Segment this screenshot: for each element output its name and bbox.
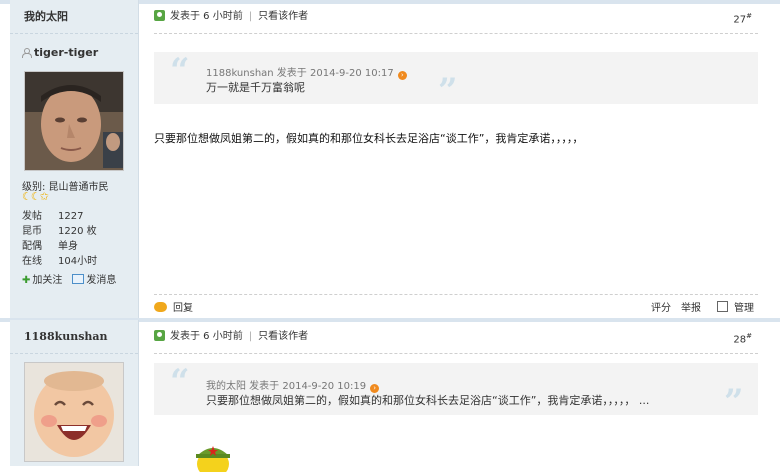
quote-block: “ 我的太阳 发表于 2014-9-20 10:19 › 只要那位想做凤姐第二的，… [154, 362, 758, 419]
close-quote-icon: ” [724, 382, 744, 422]
level-icons: ☾☾✩ [22, 190, 49, 203]
avatar[interactable] [24, 362, 124, 462]
username[interactable]: tiger-tiger [34, 46, 98, 59]
follow-button[interactable]: ✚ 加关注 [22, 271, 62, 286]
quote-block: “ 1188kunshan 发表于 2014-9-20 10:17 › 万一就是千… [154, 51, 758, 108]
manage-link[interactable]: 管理 [734, 299, 754, 314]
post-content: 发表于 6 小时前 | 只看该作者 27# “ 1188kunshan 发表于 20… [154, 0, 758, 318]
manage-checkbox[interactable] [717, 301, 728, 312]
post-content: 发表于 6 小时前 | 只看该作者 28# “ 我的太阳 发表于 2014-9-20… [154, 320, 758, 466]
only-author-link[interactable]: 只看该作者 [258, 11, 308, 22]
plus-icon: ✚ [22, 275, 31, 286]
floor-number[interactable]: 27# [733, 0, 752, 36]
reply-button[interactable]: 回复 [154, 299, 193, 314]
author-sidebar: 1188kunshan [10, 320, 139, 466]
quote-meta: 1188kunshan 发表于 2014-9-20 10:17 › [206, 64, 407, 80]
post-header: 发表于 6 小时前 | 只看该作者 28# [154, 320, 758, 354]
only-author-link[interactable]: 只看该作者 [258, 331, 308, 342]
username-row[interactable]: tiger-tiger [22, 46, 138, 59]
avatar[interactable] [24, 71, 124, 171]
stat-row: 配偶 单身 [22, 241, 78, 252]
post-body: 只要那位想做凤姐第二的，假如真的和那位女科长去足浴店“谈工作”，我肯定承诺，，，… [154, 132, 584, 145]
post-ops: 评分 举报 管理 [651, 299, 754, 314]
open-quote-icon: “ [170, 51, 190, 91]
rate-link[interactable]: 评分 [651, 299, 671, 314]
online-icon [154, 330, 165, 341]
message-button[interactable]: 发消息 [72, 271, 116, 286]
floor-number[interactable]: 28# [733, 320, 752, 356]
author-sidebar: 我的太阳 tiger-tiger 级别: 昆山普通市民 ☾☾✩ 发帖1227 [10, 0, 139, 318]
sidebar-title[interactable]: 1188kunshan [10, 320, 138, 354]
quote-text: 万一就是千万富翁呢 [206, 81, 305, 94]
online-icon [154, 10, 165, 21]
quote-meta: 我的太阳 发表于 2014-9-20 10:19 › [206, 377, 380, 393]
mail-icon [72, 274, 85, 284]
emoticon-soldier-icon [192, 442, 234, 475]
post-footer: 回复 评分 举报 管理 [154, 294, 758, 317]
reply-icon [154, 301, 167, 312]
posted-time: 发表于 6 小时前 [170, 331, 243, 342]
report-link[interactable]: 举报 [681, 299, 701, 314]
jump-arrow-icon[interactable]: › [397, 71, 407, 80]
stat-row: 昆币 1220 枚 [22, 226, 97, 237]
user-stats: 发帖 1227 昆币 1220 枚 配偶 单身 在线 104小时 [22, 209, 97, 269]
post-header: 发表于 6 小时前 | 只看该作者 27# [154, 0, 758, 34]
stat-row: 发帖 1227 [22, 211, 84, 222]
stat-row: 在线 104小时 [22, 256, 98, 267]
post-27: 我的太阳 tiger-tiger 级别: 昆山普通市民 ☾☾✩ 发帖1227 [0, 0, 780, 318]
user-icon [22, 48, 32, 58]
posted-time: 发表于 6 小时前 [170, 11, 243, 22]
post-28: 1188kunshan 发表于 6 小时前 | 只看该作者 28# “ 我的太阳 发… [0, 320, 780, 466]
quote-text: 只要那位想做凤姐第二的，假如真的和那位女科长去足浴店“谈工作”，我肯定承诺，，，… [206, 394, 650, 407]
open-quote-icon: “ [170, 362, 190, 402]
user-actions: ✚ 加关注 发消息 [22, 271, 116, 286]
sidebar-title[interactable]: 我的太阳 [10, 0, 138, 34]
close-quote-icon: ” [438, 71, 458, 111]
